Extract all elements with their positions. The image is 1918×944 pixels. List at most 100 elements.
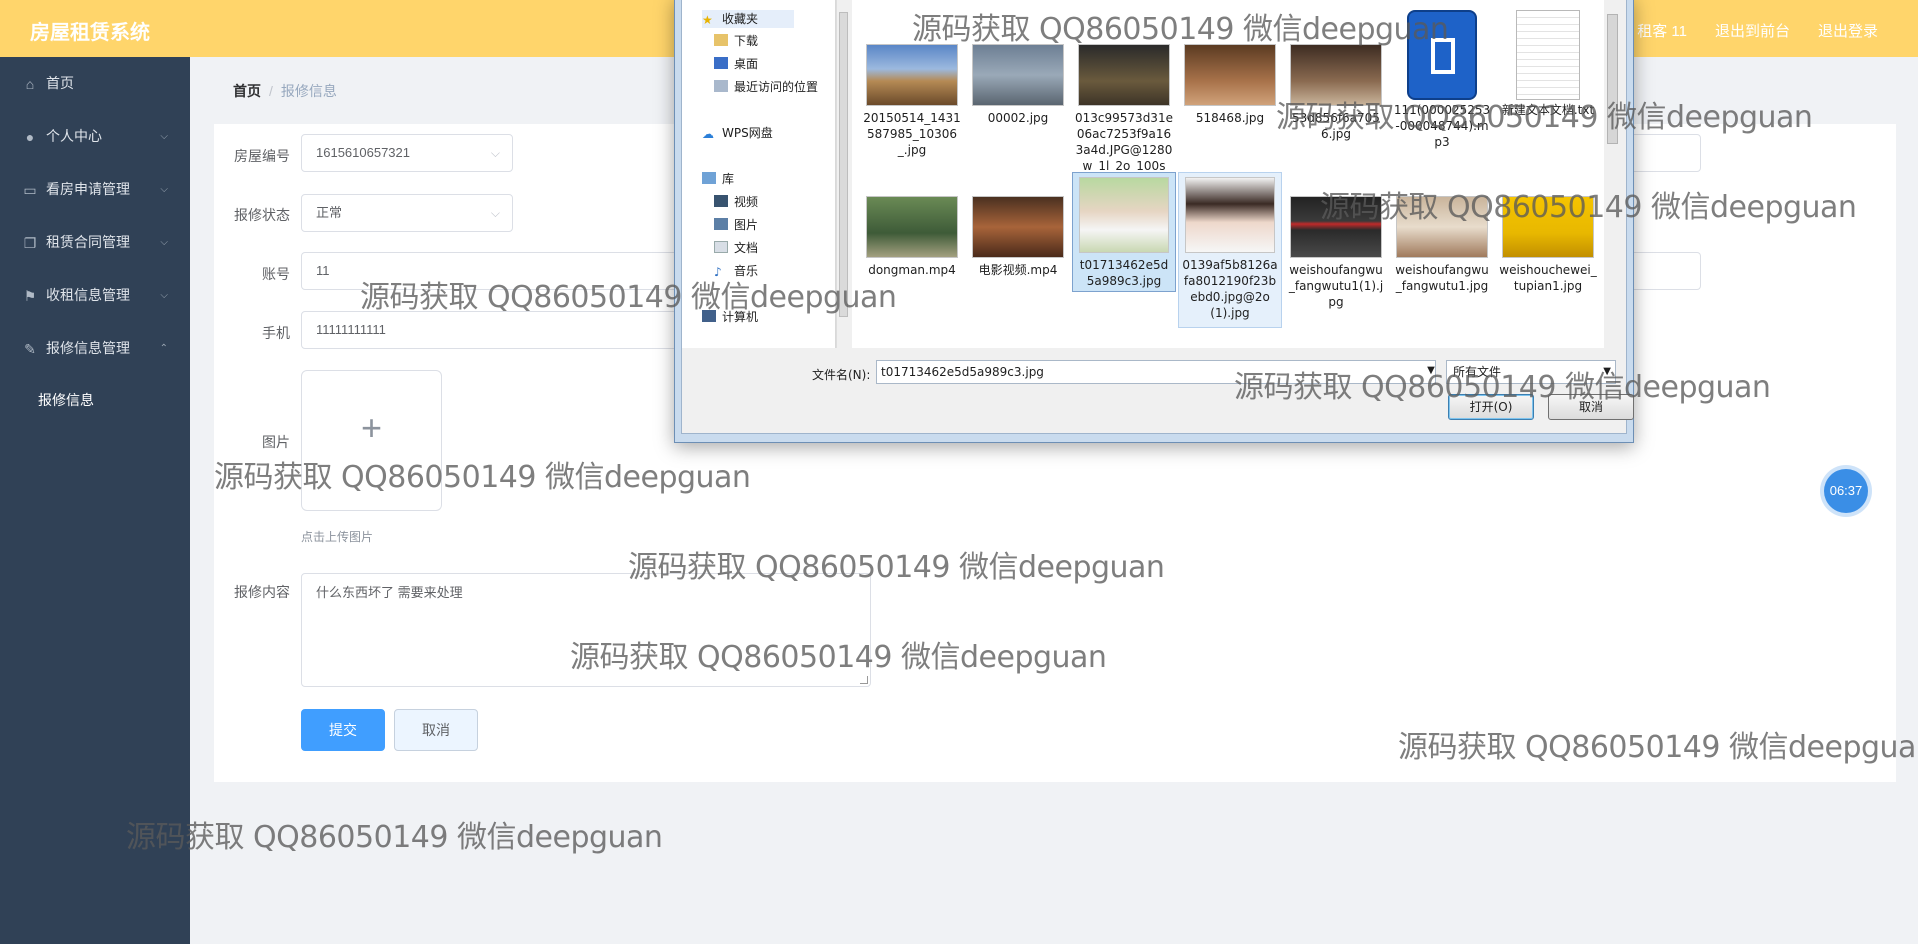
nav-label: 计算机 (722, 310, 759, 324)
navigation-pane: ★ 收藏夹 下载 桌面 最近访问的位置 ☁ WPS网盘 库 视频 图片 文档 ♪… (682, 0, 836, 348)
floating-timer-badge[interactable]: 06:37 (1824, 469, 1868, 513)
file-item[interactable]: weishoufangwu_fangwutu1.jpg (1390, 188, 1494, 294)
filename-input[interactable]: t01713462e5d5a989c3.jpg (876, 360, 1436, 384)
scrollbar-thumb[interactable] (839, 12, 848, 317)
sidebar-item-repair-management[interactable]: ✎ 报修信息管理 ⌃ (0, 322, 190, 375)
nav-videos[interactable]: 视频 (714, 193, 758, 211)
file-item-selected[interactable]: t01713462e5d5a989c3.jpg (1072, 172, 1176, 292)
file-item[interactable]: 电影视频.mp4 (966, 188, 1070, 278)
file-item[interactable]: 111(000025253-000048744).mp3 (1390, 6, 1494, 150)
file-name: 518468.jpg (1195, 111, 1265, 125)
picture-library-icon (714, 218, 728, 230)
submit-button[interactable]: 提交 (301, 709, 385, 751)
chevron-down-icon: ⌵ (160, 131, 168, 142)
nav-recent[interactable]: 最近访问的位置 (714, 78, 818, 96)
music-library-icon: ♪ (714, 265, 722, 279)
nav-label: 最近访问的位置 (734, 80, 819, 94)
image-upload[interactable]: + (301, 370, 442, 511)
nav-label: 文档 (734, 241, 759, 255)
filename-label: 文件名(N): (812, 368, 871, 382)
repair-content-label: 报修内容 (234, 584, 290, 600)
file-name: weishouchewei_tupian1.jpg (1499, 263, 1597, 293)
nav-computer[interactable]: 计算机 (702, 308, 758, 326)
file-item[interactable]: weishouchewei_tupian1.jpg (1496, 188, 1600, 294)
nav-documents[interactable]: 文档 (714, 239, 758, 257)
file-item[interactable]: 20150514_1431587985_10306_.jpg (860, 36, 964, 158)
file-name: 新建文本文档.txt (1501, 103, 1595, 117)
nav-downloads[interactable]: 下载 (714, 32, 758, 50)
film-strip-icon (1431, 38, 1455, 74)
open-button[interactable]: 打开(O) (1448, 394, 1534, 420)
dialog-cancel-button[interactable]: 取消 (1548, 394, 1634, 420)
nav-favorites[interactable]: ★ 收藏夹 (702, 10, 795, 28)
file-name: weishoufangwu_fangwutu1.jpg (1395, 263, 1489, 293)
cancel-button[interactable]: 取消 (394, 709, 478, 751)
filename-value: t01713462e5d5a989c3.jpg (881, 365, 1044, 379)
image-thumbnail (1502, 196, 1594, 258)
navigation-scrollbar[interactable] (836, 0, 850, 348)
file-item[interactable]: weishoufangwu_fangwutu1(1).jpg (1284, 188, 1388, 310)
breadcrumb: 首页 / 报修信息 (233, 81, 337, 101)
sidebar-item-label: 看房申请管理 (46, 181, 130, 197)
sidebar-item-viewing-requests[interactable]: ▭ 看房申请管理 ⌵ (0, 163, 190, 216)
repair-status-select[interactable]: 正常 ⌵ (301, 194, 513, 232)
user-icon: ● (25, 129, 35, 145)
sidebar-item-home[interactable]: ⌂ 首页 (0, 57, 190, 110)
repair-content-textarea[interactable]: 什么东西坏了 需要来处理 (301, 573, 871, 687)
nav-label: 下载 (734, 34, 759, 48)
sidebar-item-label: 租赁合同管理 (46, 234, 130, 250)
nav-library[interactable]: 库 (702, 170, 734, 188)
current-user-link[interactable]: 租客 11 (1637, 20, 1687, 41)
scrollbar-thumb[interactable] (1607, 14, 1618, 144)
edit-icon: ✎ (24, 341, 36, 357)
video-library-icon (714, 195, 728, 207)
sidebar-item-rent-collection[interactable]: ⚑ 收租信息管理 ⌵ (0, 269, 190, 322)
file-name: 电影视频.mp4 (978, 263, 1058, 277)
account-field[interactable]: 11 (301, 252, 681, 290)
sidebar-item-label: 首页 (46, 75, 74, 91)
breadcrumb-home[interactable]: 首页 (233, 83, 261, 99)
file-list-scrollbar[interactable] (1604, 0, 1621, 348)
sidebar-item-label: 报修信息管理 (46, 340, 130, 356)
file-item[interactable]: 53d856f6a7056.jpg (1284, 36, 1388, 142)
file-name: 53d856f6a7056.jpg (1292, 111, 1380, 141)
back-to-frontend-link[interactable]: 退出到前台 (1715, 20, 1790, 41)
copy-icon: ❐ (23, 235, 37, 251)
desktop-icon (714, 57, 728, 69)
file-open-dialog: ★ 收藏夹 下载 桌面 最近访问的位置 ☁ WPS网盘 库 视频 图片 文档 ♪… (674, 0, 1634, 443)
nav-desktop[interactable]: 桌面 (714, 55, 758, 73)
breadcrumb-separator: / (269, 83, 273, 99)
nav-wps-cloud[interactable]: ☁ WPS网盘 (702, 124, 773, 142)
file-item[interactable]: 00002.jpg (966, 36, 1070, 126)
chevron-down-icon: ▼ (1603, 366, 1611, 377)
image-thumbnail (1078, 44, 1170, 106)
nav-label: 桌面 (734, 57, 759, 71)
logout-link[interactable]: 退出登录 (1818, 20, 1878, 41)
file-name: 00002.jpg (987, 111, 1049, 125)
sidebar-item-personal-center[interactable]: ● 个人中心 ⌵ (0, 110, 190, 163)
sidebar-subitem-repair-info[interactable]: 报修信息 (0, 375, 190, 425)
chevron-down-icon: ⌵ (490, 206, 500, 220)
file-item[interactable]: 新建文本文档.txt (1496, 6, 1600, 118)
file-item-hover[interactable]: 0139af5b8126afa8012190f23bebd0.jpg@2o(1)… (1178, 172, 1282, 328)
file-name: t01713462e5d5a989c3.jpg (1079, 258, 1169, 288)
file-name: weishoufangwu_fangwutu1(1).jpg (1288, 263, 1384, 309)
file-type-select[interactable]: 所有文件 ▼ (1446, 360, 1616, 384)
recent-places-icon (714, 80, 728, 92)
file-item[interactable]: 518468.jpg (1178, 36, 1282, 126)
file-item[interactable]: 013c99573d31e06ac7253f9a163a4d.JPG@1280w… (1072, 36, 1176, 190)
image-thumbnail (866, 44, 958, 106)
document-library-icon (714, 241, 728, 253)
nav-label: 收藏夹 (722, 12, 759, 26)
nav-pictures[interactable]: 图片 (714, 216, 758, 234)
house-no-select[interactable]: 1615610657321 ⌵ (301, 134, 513, 172)
home-icon: ⌂ (25, 76, 35, 92)
sidebar-item-lease-contracts[interactable]: ❐ 租赁合同管理 ⌵ (0, 216, 190, 269)
filename-dropdown-icon[interactable]: ▼ (1422, 360, 1440, 384)
file-name: dongman.mp4 (868, 263, 956, 277)
resize-handle-icon[interactable] (860, 676, 868, 684)
file-item[interactable]: dongman.mp4 (860, 188, 964, 278)
nav-music[interactable]: ♪ 音乐 (714, 262, 758, 280)
plus-icon: + (360, 407, 383, 448)
phone-field[interactable]: 11111111111 (301, 311, 681, 349)
